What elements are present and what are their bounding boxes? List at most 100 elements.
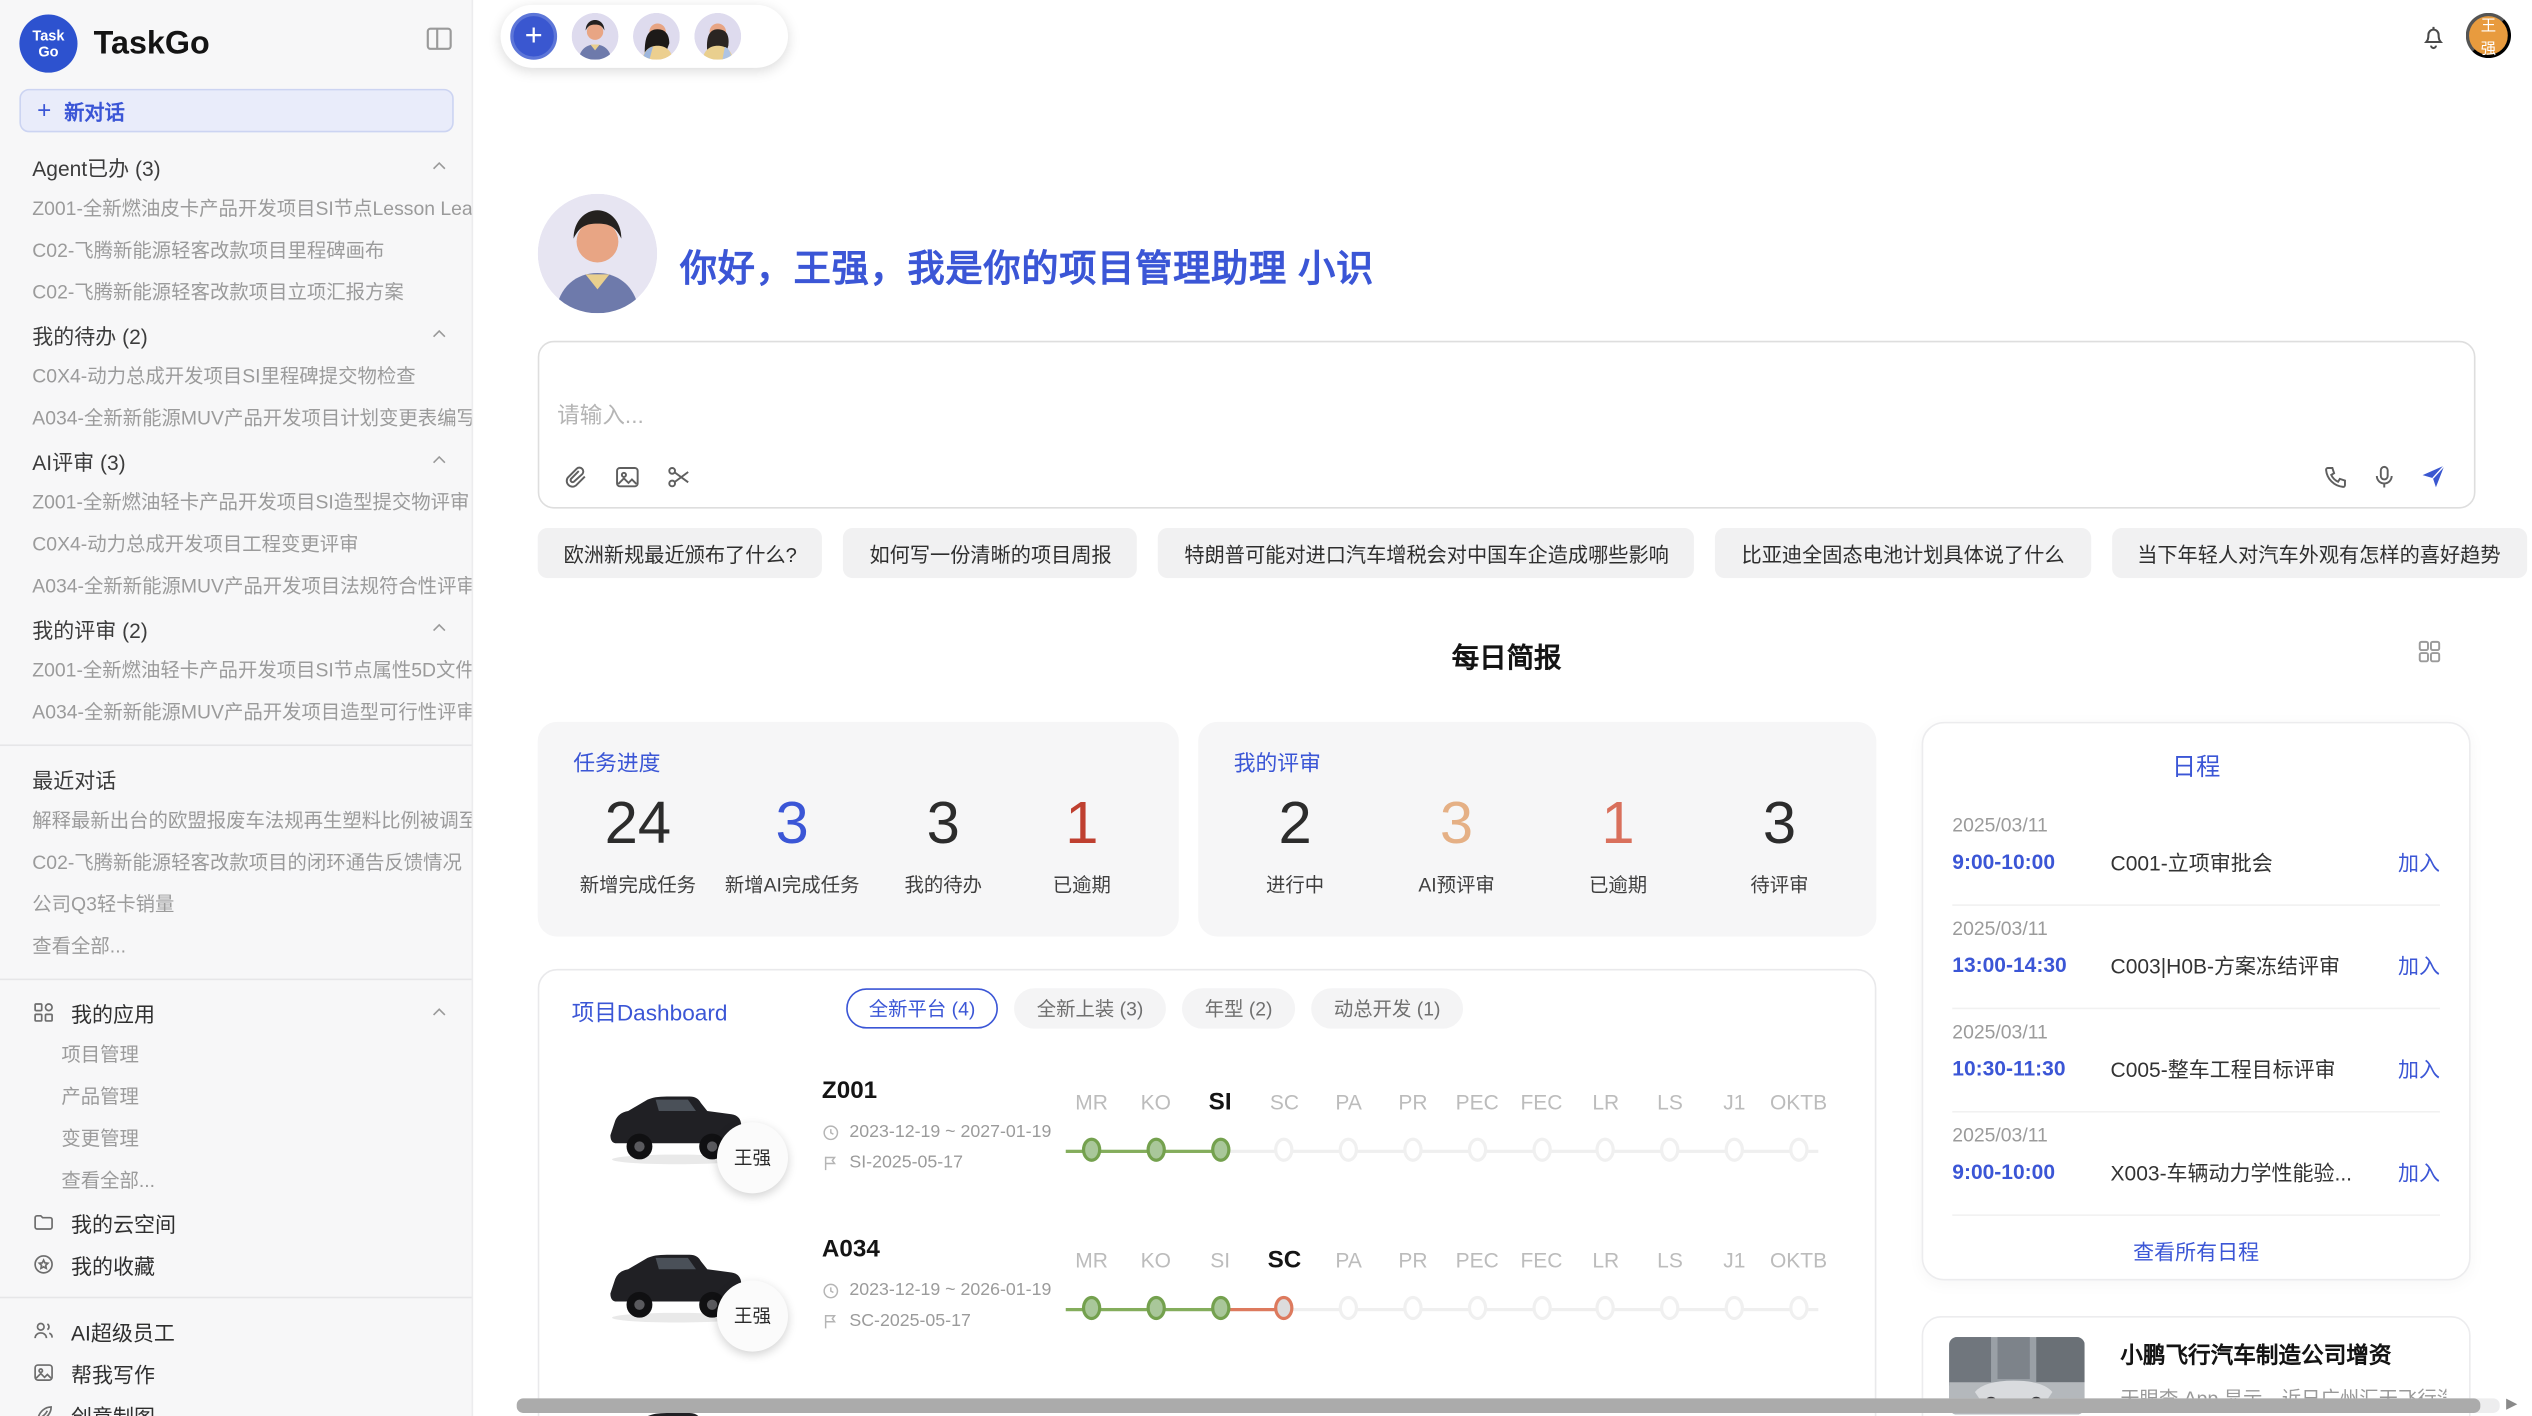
sidebar-item-change-mgmt[interactable]: 变更管理 [0,1117,472,1159]
user-avatar[interactable]: 王强 [2466,13,2511,58]
sidebar: Task Go TaskGo + 新对话 Agent已办 (3) Z001-全新… [0,0,473,1416]
tab-new-body[interactable]: 全新上装 (3) [1014,988,1166,1028]
sidebar-item-project-mgmt[interactable]: 项目管理 [0,1033,472,1075]
project-row[interactable]: 王强 Z001 2023-12-19 ~ 2027-01-19 SI-2025-… [539,1064,1874,1222]
dashboard-title: 项目Dashboard [572,996,728,1028]
suggestion-chip[interactable]: 比亚迪全固态电池计划具体说了什么 [1716,528,2091,578]
agent-avatar-3[interactable] [694,13,741,60]
section-header-agent-done[interactable]: Agent已办 (3) [0,145,472,187]
join-meeting-link[interactable]: 加入 [2398,1156,2440,1187]
assistant-avatar [538,194,657,313]
new-chat-label: 新对话 [64,95,125,126]
app-window: Task Go TaskGo + 新对话 Agent已办 (3) Z001-全新… [0,0,2532,1416]
suggestion-chip[interactable]: 特朗普可能对进口汽车增税会对中国车企造成哪些影响 [1159,528,1695,578]
send-icon[interactable] [2419,462,2448,491]
sidebar-item-help-me-write[interactable]: 帮我写作 [0,1352,472,1394]
recent-chat-item[interactable]: 解释最新出台的欧盟报废车法规再生塑料比例被调至15%... [0,799,472,841]
sidebar-item-favorites[interactable]: 我的收藏 [0,1243,472,1285]
section-header-my-review[interactable]: 我的评审 (2) [0,607,472,649]
project-flag-date: SC-2025-05-17 [822,1311,971,1330]
schedule-item: 2025/03/11 9:00-10:00 C001-立项审批会 加入 [1952,801,2440,906]
suggestion-chip[interactable]: 欧洲新规最近颁布了什么? [538,528,823,578]
stat-ai-prereview: 3 AI预评审 [1402,786,1512,897]
folder-icon [32,1211,55,1234]
milestone-dot [1532,1138,1551,1162]
divider [0,979,472,981]
tab-year-model[interactable]: 年型 (2) [1182,988,1295,1028]
schedule-time: 9:00-10:00 [1952,849,2110,873]
logo-line1: Task [32,27,64,43]
milestone-dot [1403,1296,1422,1320]
paperclip-icon[interactable] [562,462,591,491]
milestone-dot [1403,1138,1422,1162]
add-agent-button[interactable]: + [510,13,557,60]
milestone-dot [1789,1138,1808,1162]
schedule-item: 2025/03/11 9:00-10:00 X003-车辆动力学性能验... 加… [1952,1111,2440,1216]
milestone-dot-current [1210,1138,1229,1162]
view-all-schedule-link[interactable]: 查看所有日程 [1923,1234,2469,1268]
scrollbar-thumb[interactable] [517,1398,2481,1413]
horizontal-scrollbar[interactable] [517,1398,2500,1413]
sidebar-item[interactable]: C02-飞腾新能源轻客改款项目立项汇报方案 [0,271,472,313]
sidebar-item[interactable]: C02-飞腾新能源轻客改款项目里程碑画布 [0,229,472,271]
scrollbar-arrow-icon[interactable]: ▶ [2506,1395,2517,1413]
image-upload-icon[interactable] [614,462,643,491]
stat-in-progress: 2 进行中 [1240,786,1350,897]
join-meeting-link[interactable]: 加入 [2398,846,2440,877]
milestone-dot [1275,1138,1294,1162]
sidebar-item[interactable]: Z001-全新燃油轻卡产品开发项目SI造型提交物评审 [0,481,472,523]
sidebar-item-cloud-space[interactable]: 我的云空间 [0,1201,472,1243]
section-header-my-todo[interactable]: 我的待办 (2) [0,313,472,355]
agent-avatar-1[interactable] [572,13,619,60]
sidebar-item[interactable]: C0X4-动力总成开发项目SI里程碑提交物检查 [0,355,472,397]
recent-view-all[interactable]: 查看全部... [0,925,472,967]
sidebar-item-creative-drawing[interactable]: 创意制图 [0,1394,472,1416]
apps-view-all[interactable]: 查看全部... [0,1159,472,1201]
project-row[interactable]: 王强 A034 2023-12-19 ~ 2026-01-19 SC-2025-… [539,1222,1874,1380]
stat-overdue: 1 已逾期 [1027,786,1137,897]
my-review-card: 我的评审 2 进行中 3 AI预评审 1 已逾期 3 待评审 [1198,722,1876,937]
sidebar-item-my-apps[interactable]: 我的应用 [0,991,472,1033]
tab-powertrain[interactable]: 动总开发 (1) [1311,988,1463,1028]
card-title: 任务进度 [573,744,1143,776]
sidebar-collapse-icon[interactable] [423,23,455,55]
schedule-card: 日程 2025/03/11 9:00-10:00 C001-立项审批会 加入 2… [1922,722,2471,1281]
microphone-icon[interactable] [2371,462,2400,491]
sidebar-list: Agent已办 (3) Z001-全新燃油皮卡产品开发项目SI节点Lesson … [0,145,472,1416]
sidebar-item[interactable]: A034-全新新能源MUV产品开发项目计划变更表编写 [0,397,472,439]
briefing-layout-icon[interactable] [2416,638,2443,665]
milestone-track: MR KO SI SC PA PR PEC FEC LR LS J1 OKTB [1059,1245,1831,1342]
sidebar-item[interactable]: A034-全新新能源MUV产品开发项目造型可行性评审 [0,691,472,733]
agent-avatar-2[interactable] [633,13,680,60]
sidebar-item[interactable]: Z001-全新燃油皮卡产品开发项目SI节点Lesson Learn报告 [0,187,472,229]
milestone-dot [1725,1296,1744,1320]
suggestion-chip[interactable]: 如何写一份清晰的项目周报 [844,528,1138,578]
new-chat-button[interactable]: + 新对话 [19,89,453,133]
chevron-up-icon [430,157,449,176]
sidebar-item-product-mgmt[interactable]: 产品管理 [0,1075,472,1117]
milestone-dot [1789,1296,1808,1320]
chat-input[interactable] [554,400,2014,429]
project-code: A034 [822,1235,880,1262]
sidebar-item-ai-super-staff[interactable]: AI超级员工 [0,1310,472,1352]
scissors-icon[interactable] [665,462,694,491]
notifications-bell-icon[interactable] [2419,21,2451,53]
chevron-up-icon [430,1003,449,1022]
section-header-ai-review[interactable]: AI评审 (3) [0,439,472,481]
schedule-date: 2025/03/11 [1952,1008,2440,1044]
join-meeting-link[interactable]: 加入 [2398,950,2440,981]
suggestion-chip[interactable]: 当下年轻人对汽车外观有怎样的喜好趋势 [2111,528,2526,578]
chevron-up-icon [430,618,449,637]
tab-all-new-platform[interactable]: 全新平台 (4) [846,988,998,1028]
phone-icon[interactable] [2322,462,2351,491]
milestone-dot [1468,1296,1487,1320]
join-meeting-link[interactable]: 加入 [2398,1053,2440,1084]
users-icon [32,1319,55,1342]
sidebar-item[interactable]: C0X4-动力总成开发项目工程变更评审 [0,523,472,565]
sidebar-item[interactable]: Z001-全新燃油轻卡产品开发项目SI节点属性5D文件评审 [0,649,472,691]
agent-toolbar: + [501,5,788,68]
recent-chat-item[interactable]: C02-飞腾新能源轻客改款项目的闭环通告反馈情况 [0,841,472,883]
schedule-meeting-title: C003|H0B-方案冻结评审 [2111,950,2340,981]
recent-chat-item[interactable]: 公司Q3轻卡销量 [0,883,472,925]
sidebar-item[interactable]: A034-全新新能源MUV产品开发项目法规符合性评审 [0,565,472,607]
